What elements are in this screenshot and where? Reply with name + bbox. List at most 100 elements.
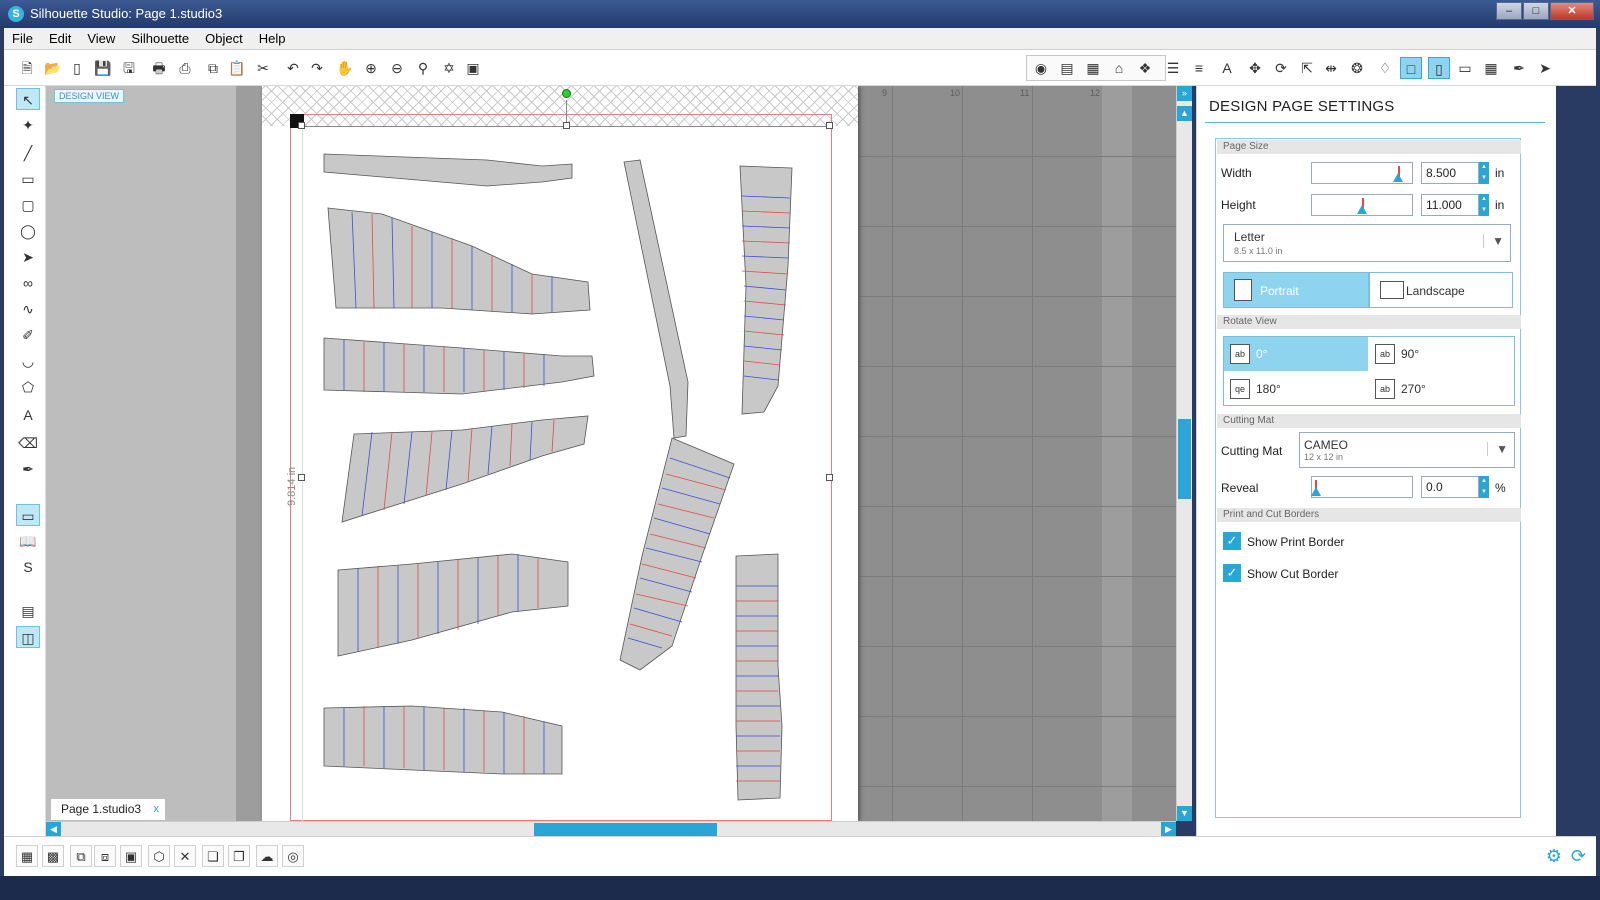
- slider-knob-icon[interactable]: [1311, 487, 1321, 496]
- sketch-icon[interactable]: ❖: [1134, 57, 1156, 79]
- trace-object-icon[interactable]: ☁: [256, 845, 278, 867]
- paste-icon[interactable]: 📋: [226, 57, 248, 79]
- design-page[interactable]: 9.814 in: [262, 86, 858, 821]
- page-size-dropdown[interactable]: Letter 8.5 x 11.0 in ▼: [1223, 224, 1511, 262]
- cut-settings-icon[interactable]: ▭: [1454, 57, 1476, 79]
- width-slider[interactable]: [1311, 162, 1413, 184]
- silhouette-store-icon[interactable]: S: [16, 556, 40, 578]
- papercraft-strips[interactable]: [262, 86, 858, 821]
- slider-knob-icon[interactable]: [1393, 173, 1403, 182]
- knife-icon[interactable]: ✒: [1508, 57, 1530, 79]
- split-window-icon[interactable]: ◫: [16, 626, 40, 648]
- ungroup-icon[interactable]: ▩: [42, 845, 64, 867]
- cutting-mat-dropdown[interactable]: CAMEO 12 x 12 in ▼: [1299, 432, 1515, 468]
- scroll-up-icon[interactable]: ▲: [1177, 106, 1192, 121]
- horizontal-scrollbar[interactable]: ◀ ▶: [46, 821, 1176, 837]
- vertical-scrollbar[interactable]: » ▲ ▼: [1176, 86, 1192, 821]
- landscape-button[interactable]: Landscape: [1369, 272, 1513, 308]
- rotate-icon[interactable]: ⟳: [1270, 57, 1292, 79]
- rectangle-tool-icon[interactable]: ▭: [16, 168, 40, 190]
- height-spinner[interactable]: ▲ ▼: [1479, 194, 1489, 216]
- reveal-slider[interactable]: [1311, 476, 1413, 498]
- design-view-icon[interactable]: ▭: [16, 504, 40, 526]
- rotate-270-button[interactable]: ab 270°: [1369, 372, 1513, 406]
- transform-icon[interactable]: ✥: [1244, 57, 1266, 79]
- scroll-down-icon[interactable]: ▼: [1177, 806, 1192, 821]
- redo-icon[interactable]: ↷: [306, 57, 328, 79]
- target-icon[interactable]: ◎: [282, 845, 304, 867]
- replicate-icon[interactable]: ❂: [1346, 57, 1368, 79]
- text-style-icon[interactable]: A: [1216, 57, 1238, 79]
- smooth-freehand-icon[interactable]: ✐: [16, 324, 40, 346]
- freehand-tool-icon[interactable]: ∿: [16, 298, 40, 320]
- group-icon[interactable]: ▦: [16, 845, 38, 867]
- menu-object[interactable]: Object: [197, 31, 251, 46]
- undo-icon[interactable]: ↶: [282, 57, 304, 79]
- single-window-icon[interactable]: ▤: [16, 600, 40, 622]
- delete-icon[interactable]: ✕: [174, 845, 196, 867]
- menu-file[interactable]: File: [4, 31, 41, 46]
- pan-hand-icon[interactable]: ✋: [334, 57, 356, 79]
- sync-icon[interactable]: ⟳: [1571, 846, 1586, 867]
- send-to-cutter-icon[interactable]: ⎙: [174, 57, 196, 79]
- zoom-selection-icon[interactable]: ⚲: [412, 57, 434, 79]
- menu-view[interactable]: View: [79, 31, 123, 46]
- scroll-right-icon[interactable]: ▶: [1161, 822, 1176, 837]
- print-cut-icon[interactable]: □: [1400, 57, 1422, 79]
- close-button[interactable]: ✕: [1550, 2, 1594, 20]
- height-input[interactable]: 11.000: [1421, 194, 1479, 216]
- polygon-tool-icon[interactable]: ➤: [16, 246, 40, 268]
- text-tool-icon[interactable]: A: [16, 404, 40, 426]
- curve-tool-icon[interactable]: ∞: [16, 272, 40, 294]
- grid-settings-icon[interactable]: ▦: [1082, 57, 1104, 79]
- select-tool-icon[interactable]: ↖: [16, 88, 40, 110]
- knife-tool-icon[interactable]: ✒: [16, 458, 40, 480]
- menu-edit[interactable]: Edit: [41, 31, 79, 46]
- align-icon[interactable]: ⇹: [1320, 57, 1342, 79]
- eraser-tool-icon[interactable]: ⌫: [16, 432, 40, 454]
- save-icon[interactable]: 💾: [92, 57, 114, 79]
- design-page-settings-icon[interactable]: ▯: [1428, 57, 1450, 79]
- open-file-icon[interactable]: 📂: [42, 57, 64, 79]
- show-cut-border-checkbox[interactable]: ✓: [1223, 564, 1241, 582]
- library-icon[interactable]: ▯: [66, 57, 88, 79]
- width-spinner[interactable]: ▲ ▼: [1479, 162, 1489, 184]
- line-style-icon[interactable]: ≡: [1188, 57, 1210, 79]
- send-icon[interactable]: ➤: [1534, 57, 1556, 79]
- trace-icon[interactable]: ♢: [1374, 57, 1396, 79]
- zoom-out-icon[interactable]: ⊖: [386, 57, 408, 79]
- scale-icon[interactable]: ⇱: [1296, 57, 1318, 79]
- close-tab-icon[interactable]: x: [154, 799, 160, 819]
- line-color-icon[interactable]: ☰: [1162, 57, 1184, 79]
- offset-icon[interactable]: ▦: [1480, 57, 1502, 79]
- horizontal-scroll-thumb[interactable]: [534, 823, 717, 836]
- vertical-scroll-thumb[interactable]: [1178, 419, 1191, 499]
- ellipse-tool-icon[interactable]: ◯: [16, 220, 40, 242]
- rotate-0-button[interactable]: ab 0°: [1224, 337, 1368, 371]
- offset-object-icon[interactable]: ⬡: [148, 845, 170, 867]
- rotate-90-button[interactable]: ab 90°: [1369, 337, 1513, 371]
- arc-tool-icon[interactable]: ◡: [16, 350, 40, 372]
- weld-icon[interactable]: ▣: [120, 845, 142, 867]
- minimize-button[interactable]: –: [1496, 2, 1522, 20]
- reveal-input[interactable]: 0.0: [1421, 476, 1479, 498]
- cut-icon[interactable]: ✂: [252, 57, 274, 79]
- design-canvas[interactable]: DESIGN VIEW 9 10 11 12 9.814 in: [46, 86, 1176, 821]
- registration-marks-icon[interactable]: ⌂: [1108, 57, 1130, 79]
- regular-polygon-icon[interactable]: ⬠: [16, 376, 40, 398]
- library-view-icon[interactable]: 📖: [16, 530, 40, 552]
- new-file-icon[interactable]: 🗎: [16, 57, 38, 79]
- drag-zoom-icon[interactable]: ✡: [438, 57, 460, 79]
- gear-icon[interactable]: ⚙: [1546, 846, 1562, 867]
- rotate-180-button[interactable]: qe 180°: [1224, 372, 1368, 406]
- slider-knob-icon[interactable]: [1357, 205, 1367, 214]
- page-setup-icon[interactable]: ▤: [1056, 57, 1078, 79]
- fit-to-window-icon[interactable]: ▣: [462, 57, 484, 79]
- copy-icon[interactable]: ⧉: [202, 57, 224, 79]
- width-input[interactable]: 8.500: [1421, 162, 1479, 184]
- menu-silhouette[interactable]: Silhouette: [123, 31, 197, 46]
- portrait-button[interactable]: Portrait: [1223, 272, 1369, 308]
- fill-color-icon[interactable]: ◉: [1030, 57, 1052, 79]
- height-slider[interactable]: [1311, 194, 1413, 216]
- collapse-panel-icon[interactable]: »: [1177, 86, 1192, 101]
